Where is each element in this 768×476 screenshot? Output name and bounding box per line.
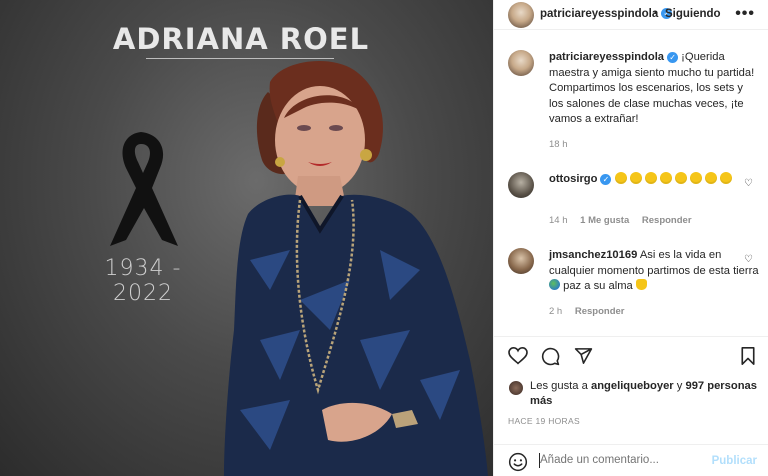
comment-item: ottosirgo ✓ 14 h 1 Me gusta Responder ♡: [508, 172, 763, 232]
post-caption: patriciareyesspindola ✓ ¡Querida maestra …: [508, 50, 763, 150]
caption-meta: 18 h: [549, 139, 578, 150]
caption-body: patriciareyesspindola ✓ ¡Querida maestra …: [549, 50, 759, 128]
post-header: patriciareyesspindola ✓ • Siguiendo •••: [494, 0, 768, 30]
following-button[interactable]: Siguiendo: [665, 8, 721, 20]
author-username[interactable]: patriciareyesspindola ✓: [540, 8, 673, 20]
sad-face-emoji: [689, 172, 702, 184]
post-timestamp[interactable]: HACE 19 HORAS: [508, 416, 580, 426]
likes-text: Les gusta a angeliqueboyer y 997 persona…: [530, 379, 760, 409]
sad-face-emoji: [659, 172, 672, 184]
like-comment-heart-icon[interactable]: ♡: [744, 178, 753, 189]
likes-connector: y: [676, 380, 683, 392]
comment-meta: 2 h Responder: [549, 306, 634, 317]
comment-likes[interactable]: 1 Me gusta: [580, 215, 629, 226]
comment-meta: 14 h 1 Me gusta Responder: [549, 215, 702, 226]
sad-face-emoji: [644, 172, 657, 184]
memorial-name: ADRIANA ROEL: [112, 22, 370, 56]
publish-button[interactable]: Publicar: [712, 455, 757, 467]
mourning-ribbon-icon: [110, 132, 178, 246]
sad-face-emoji: [674, 172, 687, 184]
caption-username[interactable]: patriciareyesspindola: [549, 51, 664, 63]
memorial-years: 1934 - 2022: [104, 256, 182, 306]
liker-username[interactable]: angeliqueboyer: [591, 380, 674, 392]
praying-hands-emoji-icon: [635, 279, 647, 290]
verified-badge-icon: ✓: [600, 173, 612, 185]
likes-prefix: Les gusta a: [530, 380, 588, 392]
caption-time[interactable]: 18 h: [549, 139, 568, 150]
comment-avatar[interactable]: [508, 172, 534, 198]
like-heart-icon[interactable]: [508, 347, 528, 365]
comment-time[interactable]: 14 h: [549, 215, 568, 226]
sad-face-emoji-row: [614, 172, 735, 185]
sad-face-emoji: [719, 172, 732, 184]
like-comment-heart-icon[interactable]: ♡: [744, 254, 753, 265]
share-direct-icon[interactable]: [574, 347, 593, 365]
emoji-smile-icon[interactable]: [508, 452, 528, 472]
globe-emoji-icon: [549, 279, 560, 290]
sad-face-emoji: [614, 172, 627, 184]
liker-avatar[interactable]: [508, 380, 524, 396]
add-comment-bar: Publicar: [494, 444, 768, 476]
sad-face-emoji: [629, 172, 642, 184]
comment-username[interactable]: ottosirgo: [549, 173, 597, 185]
memorial-illustration: [110, 60, 488, 476]
author-username-text[interactable]: patriciareyesspindola: [540, 8, 658, 20]
title-underline: [146, 58, 334, 59]
reply-button[interactable]: Responder: [642, 215, 692, 226]
sad-face-emoji: [704, 172, 717, 184]
comment-body: ottosirgo ✓: [549, 172, 759, 188]
more-options-icon[interactable]: •••: [735, 5, 755, 23]
author-avatar[interactable]: [508, 2, 534, 28]
comment-avatar[interactable]: [508, 248, 534, 274]
comment-text-2: paz a su alma: [563, 280, 633, 292]
comment-username[interactable]: jmsanchez10169: [549, 249, 637, 261]
header-separator: •: [654, 7, 658, 19]
post-side-panel: patriciareyesspindola ✓ • Siguiendo ••• p…: [493, 0, 768, 476]
add-comment-input[interactable]: [540, 454, 700, 466]
save-bookmark-icon[interactable]: [740, 347, 756, 365]
instagram-post-view: ADRIANA ROEL 1934 - 2022 patriciareyessp…: [0, 0, 768, 476]
comment-body: jmsanchez10169 Asi es la vida en cualqui…: [549, 248, 759, 295]
reply-button[interactable]: Responder: [575, 306, 625, 317]
comment-bubble-icon[interactable]: [541, 347, 560, 366]
comment-item: jmsanchez10169 Asi es la vida en cualqui…: [508, 248, 763, 320]
post-image[interactable]: ADRIANA ROEL 1934 - 2022: [0, 0, 493, 476]
post-actions-bar: [494, 336, 768, 372]
comment-time[interactable]: 2 h: [549, 306, 562, 317]
verified-badge-icon: ✓: [667, 51, 679, 63]
caption-avatar[interactable]: [508, 50, 534, 76]
